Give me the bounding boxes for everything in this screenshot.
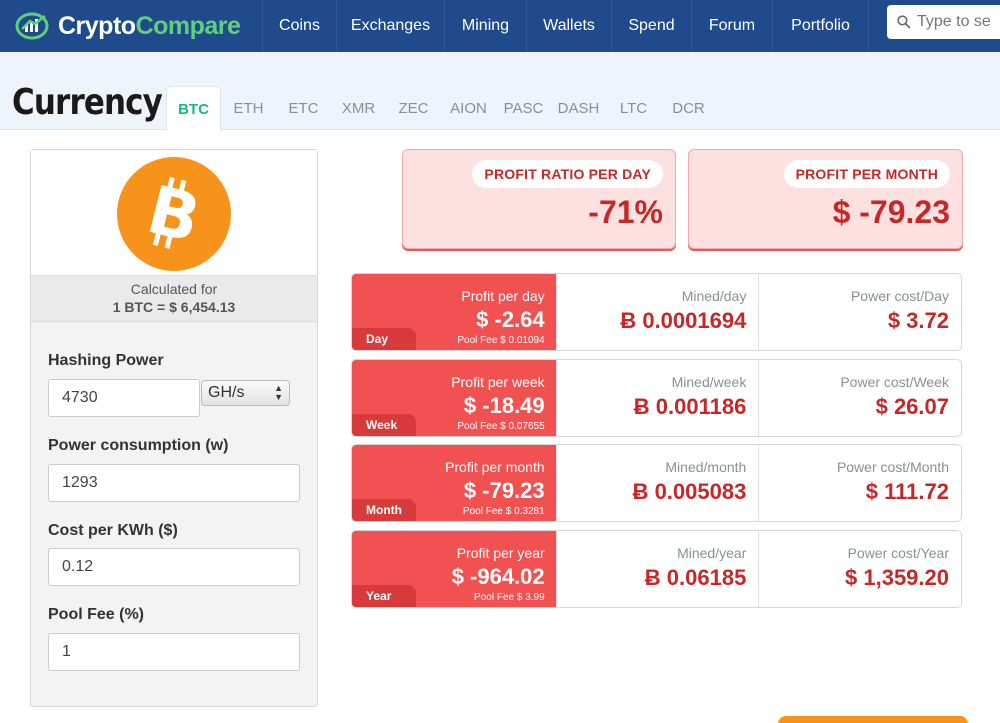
power-cost-value: $ 3.72 — [887, 308, 949, 333]
hashing-unit-value: GH/s — [208, 384, 245, 401]
cost-per-kwh-input[interactable]: 0.12 — [48, 548, 300, 586]
mined-value: Ƀ 0.005083 — [632, 479, 747, 504]
power-cost-label: Power cost/Year — [847, 545, 949, 561]
top-navbar: CryptoCompare Coins Exchanges Mining Wallet… — [0, 0, 1000, 52]
power-cost-label: Power cost/Week — [840, 374, 949, 390]
hashing-power-label: Hashing Power — [48, 352, 164, 369]
nav-coins[interactable]: Coins — [263, 0, 337, 52]
brand-logo[interactable]: CryptoCompare — [0, 0, 263, 52]
period-tag: Day — [352, 328, 416, 350]
nav-portfolio[interactable]: Portfolio — [773, 0, 869, 52]
mined-value: Ƀ 0.001186 — [633, 394, 747, 419]
mining-calculator-panel: B Calculated for 1 BTC = $ 6,454.13 Hash… — [30, 149, 318, 707]
power-cost-label: Power cost/Month — [836, 459, 949, 475]
svg-text:B: B — [140, 171, 207, 258]
profit-row-week: Profit per week $ -18.49 Pool Fee $ 0.0765… — [351, 359, 962, 437]
profit-label: Profit per week — [451, 374, 545, 390]
profit-ratio-card: PROFIT RATIO PER DAY -71% — [402, 149, 676, 249]
mined-cell: Mined/week Ƀ 0.001186 — [555, 360, 759, 436]
profit-ratio-label: PROFIT RATIO PER DAY — [472, 160, 663, 188]
profit-month-label: PROFIT PER MONTH — [783, 160, 950, 188]
mined-cell: Mined/day Ƀ 0.0001694 — [555, 274, 759, 350]
profit-label: Profit per month — [445, 459, 545, 475]
nav-mining[interactable]: Mining — [445, 0, 527, 52]
tab-dcr[interactable]: DCR — [661, 86, 716, 131]
profit-cell: Profit per month $ -79.23 Pool Fee $ 0.328… — [352, 445, 556, 521]
btc-rate: 1 BTC = $ 6,454.13 — [112, 299, 236, 315]
tab-xmr[interactable]: XMR — [331, 86, 386, 131]
nav-exchanges[interactable]: Exchanges — [337, 0, 445, 52]
tab-pasc[interactable]: PASC — [496, 86, 551, 131]
power-cost-value: $ 111.72 — [865, 479, 949, 504]
mined-label: Mined/week — [671, 374, 747, 390]
tab-etc[interactable]: ETC — [276, 86, 331, 131]
profit-label: Profit per year — [456, 545, 545, 561]
page-title: Currency — [12, 82, 163, 123]
tab-aion[interactable]: AION — [441, 86, 496, 131]
period-tag: Week — [352, 414, 416, 436]
tab-btc[interactable]: BTC — [166, 86, 221, 131]
coin-image-area: B — [31, 150, 317, 276]
power-cost-cell: Power cost/Week $ 26.07 — [758, 360, 961, 436]
search-input[interactable] — [917, 13, 1000, 31]
cost-per-kwh-label: Cost per KWh ($) — [48, 522, 178, 539]
profit-cell: Profit per week $ -18.49 Pool Fee $ 0.0765… — [352, 360, 556, 436]
profit-month-card: PROFIT PER MONTH $ -79.23 — [688, 149, 963, 249]
nav-forum[interactable]: Forum — [692, 0, 773, 52]
mined-label: Mined/month — [665, 459, 747, 475]
select-arrows-icon: ▲ ▼ — [274, 383, 283, 402]
hashing-power-input[interactable]: 4730 — [48, 379, 200, 417]
mined-label: Mined/day — [681, 288, 747, 304]
pool-fee-label: Pool Fee (%) — [48, 606, 145, 623]
tab-ltc[interactable]: LTC — [606, 86, 661, 131]
power-cost-label: Power cost/Day — [850, 288, 949, 304]
bitcoin-icon: B — [117, 157, 231, 271]
cryptocompare-logo-icon — [15, 12, 49, 40]
hashing-unit-select[interactable]: GH/s ▲ ▼ — [201, 380, 290, 406]
mined-label: Mined/year — [677, 545, 747, 561]
tab-dash[interactable]: DASH — [551, 86, 606, 131]
tab-zec[interactable]: ZEC — [386, 86, 441, 131]
profit-row-month: Profit per month $ -79.23 Pool Fee $ 0.328… — [351, 444, 962, 522]
currency-tabs: BTC ETH ETC XMR ZEC AION PASC DASH LTC DCR — [166, 86, 716, 131]
profit-cell: Profit per day $ -2.64 Pool Fee $ 0.01094 D… — [352, 274, 556, 350]
power-cost-value: $ 1,359.20 — [845, 565, 949, 590]
search-box[interactable] — [887, 5, 1000, 39]
nav-wallets[interactable]: Wallets — [527, 0, 612, 52]
nav-spend[interactable]: Spend — [612, 0, 692, 52]
calculated-for-label: Calculated for — [130, 281, 218, 297]
tab-eth[interactable]: ETH — [221, 86, 276, 131]
power-cost-cell: Power cost/Month $ 111.72 — [758, 445, 961, 521]
mined-cell: Mined/year Ƀ 0.06185 — [555, 531, 759, 607]
mined-cell: Mined/month Ƀ 0.005083 — [555, 445, 759, 521]
power-consumption-input[interactable]: 1293 — [48, 464, 300, 502]
mined-value: Ƀ 0.0001694 — [620, 308, 747, 333]
profit-ratio-value: -71% — [588, 194, 663, 230]
profit-month-value: $ -79.23 — [832, 194, 950, 230]
profit-row-day: Profit per day $ -2.64 Pool Fee $ 0.01094 D… — [351, 273, 962, 351]
period-tag: Year — [352, 585, 416, 607]
period-tag: Month — [352, 499, 416, 521]
profit-cell: Profit per year $ -964.02 Pool Fee $ 3.99 Y… — [352, 531, 556, 607]
pool-fee-input[interactable]: 1 — [48, 633, 300, 671]
brand-name: CryptoCompare — [58, 11, 241, 40]
calculated-for: Calculated for 1 BTC = $ 6,454.13 — [31, 276, 317, 322]
profit-row-year: Profit per year $ -964.02 Pool Fee $ 3.99 Y… — [351, 530, 962, 608]
power-cost-cell: Power cost/Year $ 1,359.20 — [758, 531, 961, 607]
profit-label: Profit per day — [461, 288, 545, 304]
power-cost-cell: Power cost/Day $ 3.72 — [758, 274, 961, 350]
orange-action-button[interactable] — [778, 716, 968, 723]
mined-value: Ƀ 0.06185 — [644, 565, 747, 590]
power-cost-value: $ 26.07 — [875, 394, 949, 419]
search-icon — [897, 15, 911, 29]
power-consumption-label: Power consumption (w) — [48, 437, 229, 454]
